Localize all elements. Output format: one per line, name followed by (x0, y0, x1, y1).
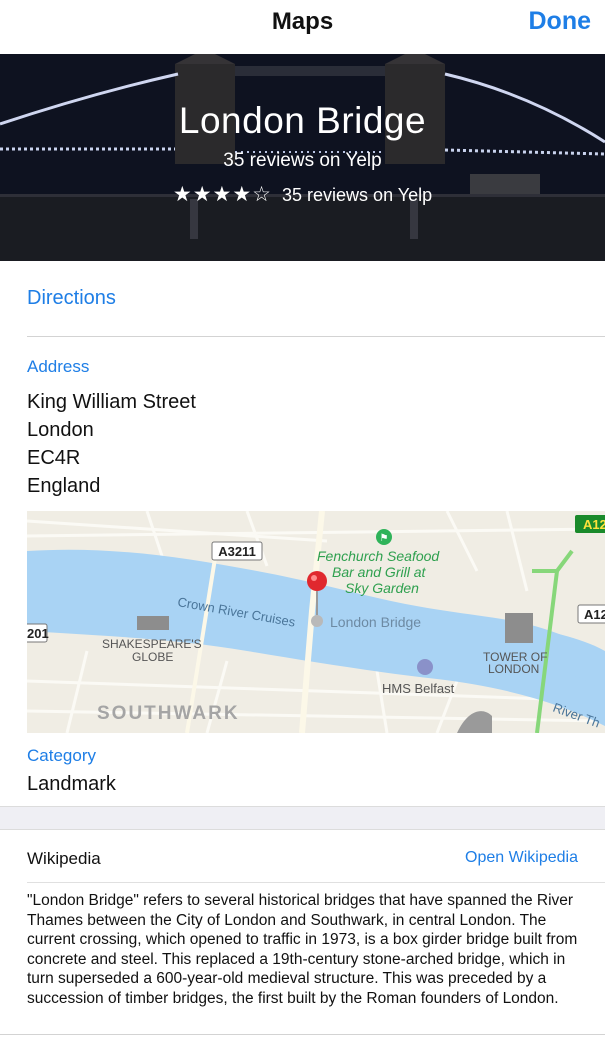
poi-tower-line: LONDON (488, 662, 539, 676)
road-shield-a12-b: A12 (584, 607, 605, 622)
category-label: Category (27, 746, 96, 765)
directions-button[interactable]: Directions (27, 287, 116, 310)
poi-globe-line: GLOBE (132, 650, 173, 664)
category-value: Landmark (27, 773, 116, 795)
poi-globe-line: SHAKESPEARE'S (102, 637, 202, 651)
road-shield-201: 201 (27, 626, 49, 641)
divider (27, 336, 605, 337)
svg-text:⚑: ⚑ (380, 533, 389, 544)
address-block[interactable]: King William Street London EC4R England (27, 388, 196, 500)
wikipedia-title: Wikipedia (27, 849, 101, 868)
road-shield-a3211: A3211 (218, 544, 256, 559)
poi-restaurant-line: Bar and Grill at (332, 564, 426, 580)
nav-title: Maps (271, 8, 334, 35)
address-line: England (27, 475, 101, 497)
divider (27, 882, 605, 883)
navigation-bar: Maps Done (0, 0, 605, 54)
hero-photo: London Bridge 35 reviews on Yelp ★★★★☆ 35… (0, 54, 605, 261)
address-label: Address (27, 357, 90, 376)
place-title: London Bridge (178, 100, 427, 141)
address-line: EC4R (27, 447, 81, 469)
address-line: London (27, 419, 94, 441)
review-count: 35 reviews on Yelp (282, 185, 433, 205)
hero-subtitle: 35 reviews on Yelp (223, 150, 382, 171)
star-rating: ★★★★☆ (172, 183, 273, 206)
done-button[interactable]: Done (529, 7, 592, 36)
open-wikipedia-link[interactable]: Open Wikipedia (465, 849, 578, 867)
poi-restaurant-line: Fenchurch Seafood (317, 548, 440, 564)
rating-row[interactable]: ★★★★☆ 35 reviews on Yelp (0, 182, 605, 207)
divider (0, 1034, 605, 1035)
section-spacer (0, 806, 605, 830)
address-line: King William Street (27, 391, 196, 413)
poi-belfast-label: HMS Belfast (382, 681, 455, 696)
pin-label: London Bridge (330, 614, 421, 630)
poi-restaurant-line: Sky Garden (345, 580, 419, 596)
district-label: SOUTHWARK (97, 703, 240, 724)
road-shield-a12: A12 (583, 517, 605, 532)
map-view[interactable]: A3211 A12 A12 201 Crown River Cruises Ri… (27, 511, 605, 733)
wikipedia-extract: "London Bridge" refers to several histor… (27, 892, 578, 1007)
